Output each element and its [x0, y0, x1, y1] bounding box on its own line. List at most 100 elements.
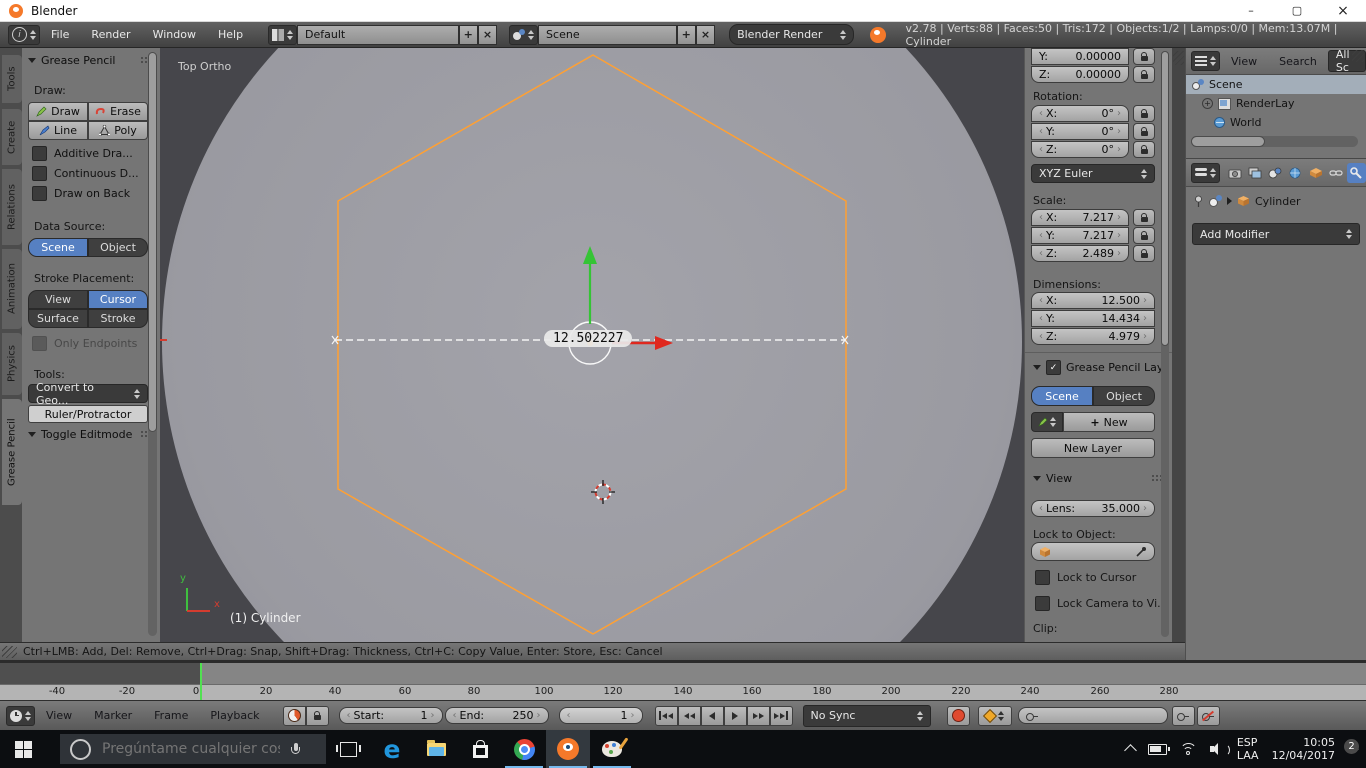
- scene-name-field[interactable]: Scene: [538, 25, 677, 45]
- npanel-scrollbar[interactable]: [1161, 51, 1169, 637]
- lock-camera-checkbox[interactable]: Lock Camera to Vi...: [1035, 596, 1168, 611]
- lock-to-object-field[interactable]: [1031, 542, 1155, 561]
- lock-rotation-z-button[interactable]: [1133, 141, 1155, 158]
- scale-y-field[interactable]: ‹Y:7.217›: [1031, 227, 1129, 244]
- tab-constraints-icon[interactable]: [1326, 163, 1345, 183]
- lock-rotation-x-button[interactable]: [1133, 105, 1155, 122]
- ruler-protractor-button[interactable]: Ruler/Protractor: [28, 405, 148, 423]
- taskbar-file-explorer[interactable]: [414, 730, 458, 768]
- editor-type-selector-outliner[interactable]: [1191, 51, 1220, 71]
- tab-render-layers-icon[interactable]: [1245, 163, 1264, 183]
- tab-relations[interactable]: Relations: [2, 169, 22, 245]
- lens-field[interactable]: ‹ Lens: 35.000 ›: [1031, 500, 1155, 517]
- rotation-z-field[interactable]: ‹Z:0°›: [1031, 141, 1129, 158]
- current-frame-field[interactable]: ‹ 1 ›: [559, 707, 643, 724]
- minimize-button[interactable]: –: [1228, 0, 1274, 22]
- timeline-menu-playback[interactable]: Playback: [199, 709, 270, 722]
- timeline-frame-scale[interactable]: -40 -20 0 20 40 60 80 100 120 140 160 18…: [0, 684, 1366, 700]
- add-modifier-dropdown[interactable]: Add Modifier: [1192, 223, 1360, 245]
- screen-layout-icon-button[interactable]: [268, 25, 297, 45]
- gp-source-object-button[interactable]: Object: [1093, 386, 1155, 406]
- npanel-scrollbar-thumb[interactable]: [1161, 51, 1169, 346]
- search-input[interactable]: [100, 740, 282, 758]
- insert-keyframe-button[interactable]: [1172, 706, 1195, 726]
- frame-start-field[interactable]: ‹ Start: 1 ›: [339, 707, 443, 724]
- lock-to-cursor-checkbox[interactable]: Lock to Cursor: [1035, 570, 1136, 585]
- scale-z-field[interactable]: ‹Z:2.489›: [1031, 245, 1129, 262]
- outliner-hscrollbar[interactable]: [1191, 136, 1358, 147]
- next-keyframe-button[interactable]: [747, 706, 770, 726]
- area-corner-grip[interactable]: [1352, 50, 1364, 62]
- toolshelf-scrollbar[interactable]: [148, 52, 157, 636]
- jump-to-start-button[interactable]: [655, 706, 678, 726]
- dimension-y-field[interactable]: ‹Y:14.434›: [1031, 310, 1155, 327]
- new-layer-button[interactable]: New Layer: [1031, 438, 1155, 458]
- stroke-surface-button[interactable]: Surface: [28, 309, 88, 328]
- start-button[interactable]: [0, 730, 46, 768]
- tab-tools[interactable]: Tools: [2, 55, 22, 103]
- toolshelf-scrollbar-thumb[interactable]: [148, 52, 157, 432]
- rotation-mode-dropdown[interactable]: XYZ Euler: [1031, 164, 1155, 183]
- taskbar-chrome[interactable]: [502, 730, 546, 768]
- clock-indicator[interactable]: 10:05 12/04/2017: [1272, 736, 1335, 762]
- editor-type-selector-properties[interactable]: [1191, 163, 1220, 183]
- close-button[interactable]: ×: [1320, 0, 1366, 22]
- menu-help[interactable]: Help: [207, 28, 254, 41]
- menu-file[interactable]: File: [40, 28, 80, 41]
- editor-type-selector-timeline[interactable]: [6, 706, 35, 726]
- tab-animation[interactable]: Animation: [2, 249, 22, 329]
- area-corner-grip[interactable]: [1173, 51, 1184, 65]
- tab-scene-icon[interactable]: [1266, 163, 1285, 183]
- stroke-view-button[interactable]: View: [28, 290, 88, 309]
- language-indicator[interactable]: ESP LAA: [1237, 736, 1259, 762]
- dimension-z-field[interactable]: ‹Z:4.979›: [1031, 328, 1155, 345]
- wifi-icon[interactable]: [1180, 743, 1197, 756]
- rotation-x-field[interactable]: ‹X:0°›: [1031, 105, 1129, 122]
- outliner-hscrollbar-thumb[interactable]: [1191, 136, 1265, 147]
- microphone-icon[interactable]: [291, 743, 300, 756]
- scale-x-field[interactable]: ‹X:7.217›: [1031, 209, 1129, 226]
- jump-to-end-button[interactable]: [770, 706, 793, 726]
- data-source-object-button[interactable]: Object: [88, 238, 148, 257]
- toggle-editmode-panel-header[interactable]: Toggle Editmode: [28, 428, 154, 441]
- gp-source-scene-button[interactable]: Scene: [1031, 386, 1093, 406]
- delete-layout-button[interactable]: ×: [478, 25, 497, 45]
- frame-end-field[interactable]: ‹ End: 250 ›: [445, 707, 549, 724]
- keying-set-type-dropdown[interactable]: [978, 706, 1012, 726]
- stroke-cursor-button[interactable]: Cursor: [88, 290, 148, 309]
- timeline-menu-frame[interactable]: Frame: [143, 709, 199, 722]
- tab-render-icon[interactable]: [1225, 163, 1244, 183]
- previous-keyframe-button[interactable]: [678, 706, 701, 726]
- lock-rotation-y-button[interactable]: [1133, 123, 1155, 140]
- sync-mode-dropdown[interactable]: No Sync: [803, 705, 931, 727]
- area-separator[interactable]: [1172, 48, 1185, 642]
- outliner-item-scene[interactable]: Scene: [1186, 75, 1366, 94]
- continuous-drawing-checkbox[interactable]: Continuous D...: [32, 166, 139, 181]
- tab-grease-pencil[interactable]: Grease Pencil: [2, 399, 22, 505]
- scene-selector-icon-button[interactable]: [509, 25, 538, 45]
- location-y-field[interactable]: Y:0.00000: [1031, 48, 1129, 65]
- maximize-button[interactable]: ▢: [1274, 0, 1320, 22]
- lock-scale-y-button[interactable]: [1133, 227, 1155, 244]
- menu-window[interactable]: Window: [142, 28, 207, 41]
- outliner-menu-search[interactable]: Search: [1268, 55, 1328, 68]
- menu-render[interactable]: Render: [80, 28, 141, 41]
- dimension-x-field[interactable]: ‹X:12.500›: [1031, 292, 1155, 309]
- tray-expand-chevron-icon[interactable]: [1124, 744, 1137, 757]
- taskbar-blender[interactable]: [546, 730, 590, 768]
- taskbar-edge[interactable]: e: [370, 730, 414, 768]
- taskbar-store[interactable]: [458, 730, 502, 768]
- timeline-track[interactable]: [0, 663, 1366, 684]
- breadcrumb-object-name[interactable]: Cylinder: [1255, 195, 1301, 208]
- delete-scene-button[interactable]: ×: [696, 25, 715, 45]
- speaker-icon[interactable]: [1210, 743, 1224, 755]
- tab-physics[interactable]: Physics: [2, 333, 22, 395]
- add-layout-button[interactable]: +: [459, 25, 478, 45]
- poly-button[interactable]: Poly: [88, 121, 148, 140]
- tab-modifiers-icon[interactable]: [1347, 163, 1366, 183]
- gp-brush-dropdown[interactable]: [1031, 412, 1063, 432]
- additive-drawing-checkbox[interactable]: Additive Dra...: [32, 146, 133, 161]
- gp-new-button[interactable]: + New: [1063, 412, 1155, 432]
- screen-layout-name[interactable]: Default: [297, 25, 459, 45]
- convert-to-geometry-dropdown[interactable]: Convert to Geo...: [28, 384, 148, 403]
